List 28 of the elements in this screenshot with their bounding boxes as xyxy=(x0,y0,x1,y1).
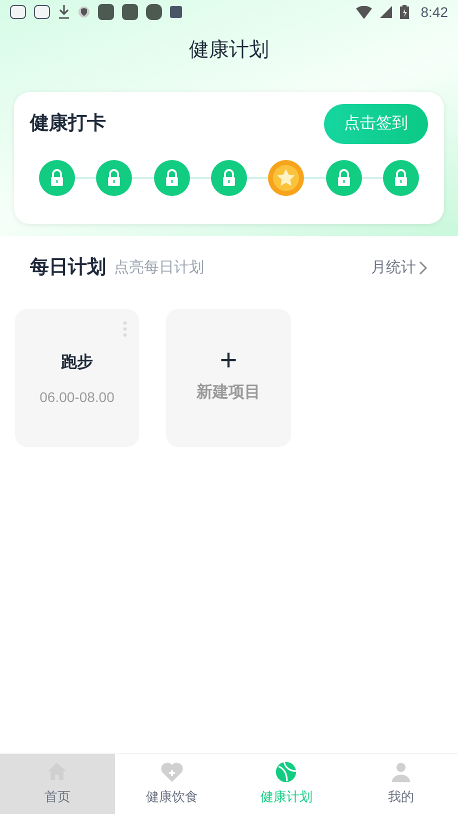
signal-icon xyxy=(380,6,392,18)
plus-sign: + xyxy=(220,344,238,376)
app-icon xyxy=(146,4,162,20)
section-title: 每日计划 xyxy=(30,256,106,280)
person-icon xyxy=(390,761,412,784)
chevron-right-icon xyxy=(418,260,428,276)
news-app-icon xyxy=(34,5,50,19)
ball-icon xyxy=(275,761,298,784)
plan-name: 跑步 xyxy=(61,352,93,372)
card-title: 健康打卡 xyxy=(30,112,106,136)
new-item-card[interactable]: + 新建项目 xyxy=(166,308,291,446)
keyboard-icon xyxy=(170,6,182,18)
section-subtitle: 点亮每日计划 xyxy=(114,258,204,278)
app-icon xyxy=(122,4,138,20)
shield-icon xyxy=(78,6,90,18)
status-time: 8:42 xyxy=(420,2,448,22)
app-icon xyxy=(98,4,114,20)
wifi-icon xyxy=(356,6,372,18)
page-title: 健康计划 xyxy=(189,38,269,63)
plan-card[interactable]: 跑步 06.00-08.00 xyxy=(15,308,139,446)
monthly-stats-link[interactable]: 月统计 xyxy=(371,257,428,280)
nav-tab[interactable]: 首页 xyxy=(0,754,114,814)
new-item-label: 新建项目 xyxy=(196,382,260,402)
download-icon xyxy=(58,5,70,19)
plan-time: 06.00-08.00 xyxy=(40,388,114,406)
battery-icon xyxy=(400,5,409,19)
news-app-icon xyxy=(10,5,26,19)
heart-plus-icon xyxy=(160,761,184,784)
